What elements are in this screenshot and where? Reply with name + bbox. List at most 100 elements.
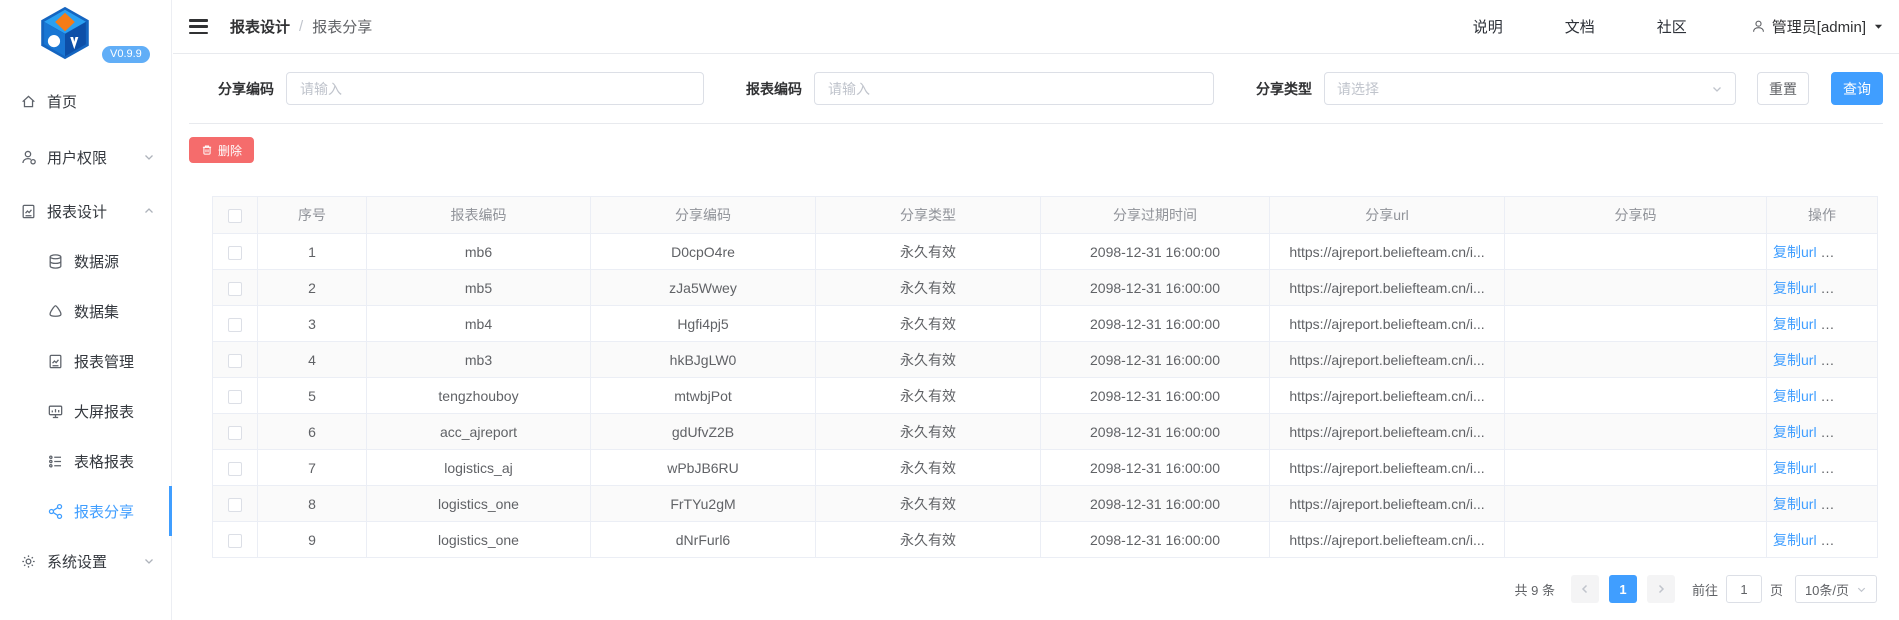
report-code-input[interactable] xyxy=(814,72,1214,105)
delete-button[interactable]: 删除 xyxy=(189,137,254,163)
sidebar-item-label: 系统设置 xyxy=(47,551,107,572)
copy-url-link[interactable]: 复制url xyxy=(1773,496,1817,512)
more-link[interactable]: 更多 xyxy=(1832,242,1873,262)
chevron-up-icon xyxy=(143,205,155,217)
table-row: 5 tengzhouboy mtwbjPot 永久有效 2098-12-31 1… xyxy=(213,378,1878,414)
cell-share-type: 永久有效 xyxy=(816,486,1041,522)
sidebar-item-user-permissions[interactable]: 用户权限 xyxy=(0,132,171,182)
cell-index: 9 xyxy=(258,522,367,558)
cell-share-pin xyxy=(1505,270,1767,306)
docs-link[interactable]: 文档 xyxy=(1565,16,1595,37)
select-all-checkbox[interactable] xyxy=(228,209,242,223)
cell-index: 4 xyxy=(258,342,367,378)
header-share-code: 分享编码 xyxy=(591,197,816,234)
more-link[interactable]: 更多 xyxy=(1832,314,1873,334)
copy-url-link[interactable]: 复制url xyxy=(1773,316,1817,332)
hamburger-menu-icon[interactable] xyxy=(189,19,208,34)
topbar-right: 说明 文档 社区 管理员[admin] xyxy=(1411,16,1883,37)
next-page-button[interactable] xyxy=(1647,575,1675,603)
more-link[interactable]: 更多 xyxy=(1832,530,1873,550)
chevron-down-icon xyxy=(143,555,155,567)
reset-button[interactable]: 重置 xyxy=(1757,72,1809,105)
row-checkbox[interactable] xyxy=(228,354,242,368)
row-checkbox[interactable] xyxy=(228,282,242,296)
page-number-current[interactable]: 1 xyxy=(1609,575,1637,603)
copy-url-link[interactable]: 复制url xyxy=(1773,280,1817,296)
breadcrumb-separator: / xyxy=(299,18,303,35)
sidebar-item-report-design[interactable]: 报表设计 xyxy=(0,186,171,236)
prev-page-button[interactable] xyxy=(1571,575,1599,603)
search-button[interactable]: 查询 xyxy=(1831,72,1883,105)
home-icon xyxy=(20,93,37,110)
row-checkbox[interactable] xyxy=(228,246,242,260)
cell-report-code: logistics_one xyxy=(367,486,591,522)
header-index: 序号 xyxy=(258,197,367,234)
page-size-select[interactable]: 10条/页 xyxy=(1795,575,1877,603)
sidebar-item-dataset[interactable]: 数据集 xyxy=(0,286,171,336)
sidebar-item-bigscreen-report[interactable]: 大屏报表 xyxy=(0,386,171,436)
user-menu[interactable]: 管理员[admin] xyxy=(1751,16,1883,37)
goto-page-input[interactable] xyxy=(1726,575,1762,603)
monitor-icon xyxy=(47,403,64,420)
cell-report-code: logistics_aj xyxy=(367,450,591,486)
report-code-label: 报表编码 xyxy=(746,79,802,99)
sidebar-item-label: 大屏报表 xyxy=(74,401,134,422)
more-link[interactable]: 更多 xyxy=(1832,422,1873,442)
caret-down-icon xyxy=(1864,319,1873,328)
dataset-icon xyxy=(47,303,64,320)
header-report-code: 报表编码 xyxy=(367,197,591,234)
cell-share-type: 永久有效 xyxy=(816,378,1041,414)
share-code-input[interactable] xyxy=(286,72,704,105)
cell-actions: 复制url 更多 xyxy=(1767,414,1878,450)
cell-share-code: dNrFurl6 xyxy=(591,522,816,558)
cell-actions: 复制url 更多 xyxy=(1767,306,1878,342)
breadcrumb-parent[interactable]: 报表设计 xyxy=(230,16,290,37)
cell-share-pin xyxy=(1505,378,1767,414)
table-row: 6 acc_ajreport gdUfvZ2B 永久有效 2098-12-31 … xyxy=(213,414,1878,450)
header-select-all xyxy=(213,197,258,234)
table-row: 3 mb4 Hgfi4pj5 永久有效 2098-12-31 16:00:00 … xyxy=(213,306,1878,342)
copy-url-link[interactable]: 复制url xyxy=(1773,388,1817,404)
more-link[interactable]: 更多 xyxy=(1832,458,1873,478)
caret-down-icon xyxy=(1874,22,1883,31)
row-checkbox[interactable] xyxy=(228,390,242,404)
more-link[interactable]: 更多 xyxy=(1832,278,1873,298)
community-link[interactable]: 社区 xyxy=(1657,16,1687,37)
cell-select xyxy=(213,342,258,378)
breadcrumb-current: 报表分享 xyxy=(312,16,372,37)
sidebar-item-home[interactable]: 首页 xyxy=(0,76,171,126)
sidebar-item-datasource[interactable]: 数据源 xyxy=(0,236,171,286)
copy-url-link[interactable]: 复制url xyxy=(1773,532,1817,548)
share-icon xyxy=(47,503,64,520)
copy-url-link[interactable]: 复制url xyxy=(1773,352,1817,368)
share-type-select[interactable]: 请选择 xyxy=(1324,72,1736,105)
sidebar-item-system-settings[interactable]: 系统设置 xyxy=(0,536,171,586)
sidebar-item-report-manage[interactable]: 报表管理 xyxy=(0,336,171,386)
row-checkbox[interactable] xyxy=(228,498,242,512)
cell-share-code: wPbJB6RU xyxy=(591,450,816,486)
copy-url-link[interactable]: 复制url xyxy=(1773,244,1817,260)
cell-share-type: 永久有效 xyxy=(816,522,1041,558)
more-link-label: 更多 xyxy=(1832,458,1860,478)
header-share-type: 分享类型 xyxy=(816,197,1041,234)
more-link[interactable]: 更多 xyxy=(1832,494,1873,514)
more-link[interactable]: 更多 xyxy=(1832,350,1873,370)
table-row: 1 mb6 D0cpO4re 永久有效 2098-12-31 16:00:00 … xyxy=(213,234,1878,270)
row-checkbox[interactable] xyxy=(228,426,242,440)
row-checkbox[interactable] xyxy=(228,534,242,548)
sidebar-item-report-share[interactable]: 报表分享 xyxy=(0,486,171,536)
help-link[interactable]: 说明 xyxy=(1473,16,1503,37)
user-permissions-icon xyxy=(20,149,37,166)
cell-index: 6 xyxy=(258,414,367,450)
row-checkbox[interactable] xyxy=(228,462,242,476)
gear-icon xyxy=(20,553,37,570)
row-checkbox[interactable] xyxy=(228,318,242,332)
copy-url-link[interactable]: 复制url xyxy=(1773,424,1817,440)
copy-url-link[interactable]: 复制url xyxy=(1773,460,1817,476)
sidebar-item-table-report[interactable]: 表格报表 xyxy=(0,436,171,486)
more-link[interactable]: 更多 xyxy=(1832,386,1873,406)
cell-expire-time: 2098-12-31 16:00:00 xyxy=(1041,342,1270,378)
cell-expire-time: 2098-12-31 16:00:00 xyxy=(1041,522,1270,558)
filter-bar: 分享编码 报表编码 分享类型 请选择 重置 查询 xyxy=(189,54,1883,124)
sidebar-item-label: 用户权限 xyxy=(47,147,107,168)
